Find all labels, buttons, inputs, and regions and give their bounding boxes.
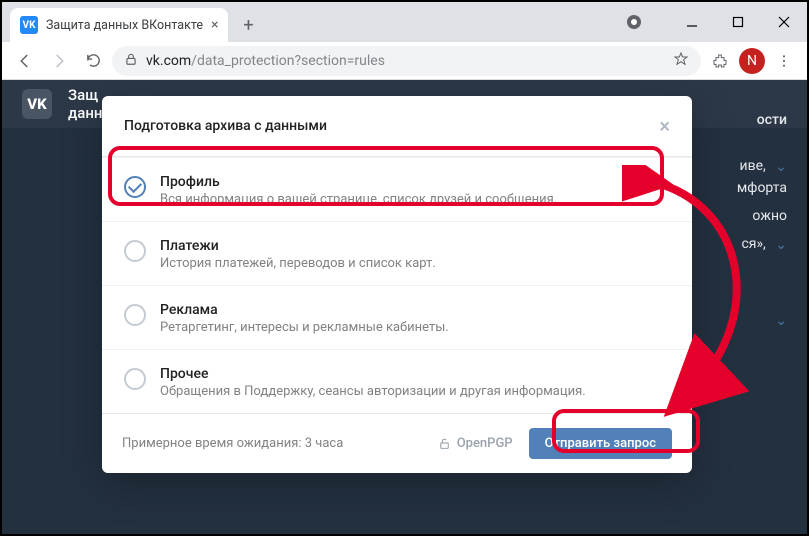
option-title: Реклама xyxy=(160,302,449,318)
tab-title: Защита данных ВКонтакте xyxy=(46,18,203,33)
radio-checked-icon[interactable] xyxy=(124,176,146,198)
reload-button[interactable] xyxy=(78,46,108,76)
menu-icon[interactable] xyxy=(769,46,799,76)
bg-text: иве, ⌄ xyxy=(740,158,787,174)
radio-icon[interactable] xyxy=(124,304,146,326)
forward-button[interactable] xyxy=(44,46,74,76)
bg-text: мфорта xyxy=(737,180,787,196)
bg-text: ости xyxy=(757,112,787,128)
page-viewport: VK Защ данн ости иве, ⌄ мфорта ожно ся»,… xyxy=(2,80,807,534)
bg-text: ся», ⌄ xyxy=(741,236,787,252)
modal-footer: Примерное время ожидания: 3 часа OpenPGP… xyxy=(102,413,692,473)
bg-text: ожно xyxy=(752,208,787,224)
option-desc: Вся информация о вашей странице, список … xyxy=(160,192,557,207)
option-desc: История платежей, переводов и список кар… xyxy=(160,256,436,271)
chevron-down-icon: ⌄ xyxy=(775,237,787,253)
minimize-button[interactable] xyxy=(669,6,715,38)
vk-favicon-icon: VK xyxy=(20,16,38,34)
extensions-icon[interactable] xyxy=(705,46,735,76)
tab-strip: VK Защита данных ВКонтакте × + xyxy=(2,2,807,42)
option-other[interactable]: Прочее Обращения в Поддержку, сеансы авт… xyxy=(102,349,692,413)
close-icon[interactable]: × xyxy=(659,114,670,138)
incognito-icon xyxy=(623,6,669,38)
bg-text: ⌄ xyxy=(769,312,787,328)
chevron-down-icon: ⌄ xyxy=(775,159,787,175)
address-bar[interactable]: vk.com/data_protection?section=rules xyxy=(112,46,701,76)
radio-icon[interactable] xyxy=(124,368,146,390)
browser-tab[interactable]: VK Защита данных ВКонтакте × xyxy=(10,8,228,42)
option-profile[interactable]: Профиль Вся информация о вашей странице,… xyxy=(102,157,692,221)
option-ads[interactable]: Реклама Ретаргетинг, интересы и рекламны… xyxy=(102,285,692,349)
lock-icon xyxy=(124,52,138,70)
new-tab-button[interactable]: + xyxy=(234,11,262,39)
tab-close-icon[interactable]: × xyxy=(211,17,218,33)
archive-modal: Подготовка архива с данными × Профиль Вс… xyxy=(102,96,692,473)
window-controls xyxy=(623,2,807,42)
radio-icon[interactable] xyxy=(124,240,146,262)
modal-header: Подготовка архива с данными × xyxy=(102,96,692,157)
option-desc: Обращения в Поддержку, сеансы авторизаци… xyxy=(160,384,586,399)
unlock-icon xyxy=(438,437,451,450)
profile-avatar[interactable]: N xyxy=(739,48,765,74)
openpgp-button[interactable]: OpenPGP xyxy=(438,436,513,451)
close-window-button[interactable] xyxy=(761,6,807,38)
vk-header-title: Защ данн xyxy=(68,86,102,122)
option-payments[interactable]: Платежи История платежей, переводов и сп… xyxy=(102,221,692,285)
wait-time-label: Примерное время ожидания: 3 часа xyxy=(122,436,343,451)
chevron-down-icon: ⌄ xyxy=(775,313,787,329)
star-icon[interactable] xyxy=(673,51,689,71)
option-title: Профиль xyxy=(160,174,557,190)
option-title: Прочее xyxy=(160,366,586,382)
modal-title: Подготовка архива с данными xyxy=(124,118,327,134)
option-desc: Ретаргетинг, интересы и рекламные кабине… xyxy=(160,320,449,335)
send-request-button[interactable]: Отправить запрос xyxy=(529,428,672,459)
back-button[interactable] xyxy=(10,46,40,76)
vk-logo-icon: VK xyxy=(22,89,52,119)
browser-toolbar: vk.com/data_protection?section=rules N xyxy=(2,42,807,80)
url-text: vk.com/data_protection?section=rules xyxy=(146,53,665,69)
maximize-button[interactable] xyxy=(715,6,761,38)
option-title: Платежи xyxy=(160,238,436,254)
